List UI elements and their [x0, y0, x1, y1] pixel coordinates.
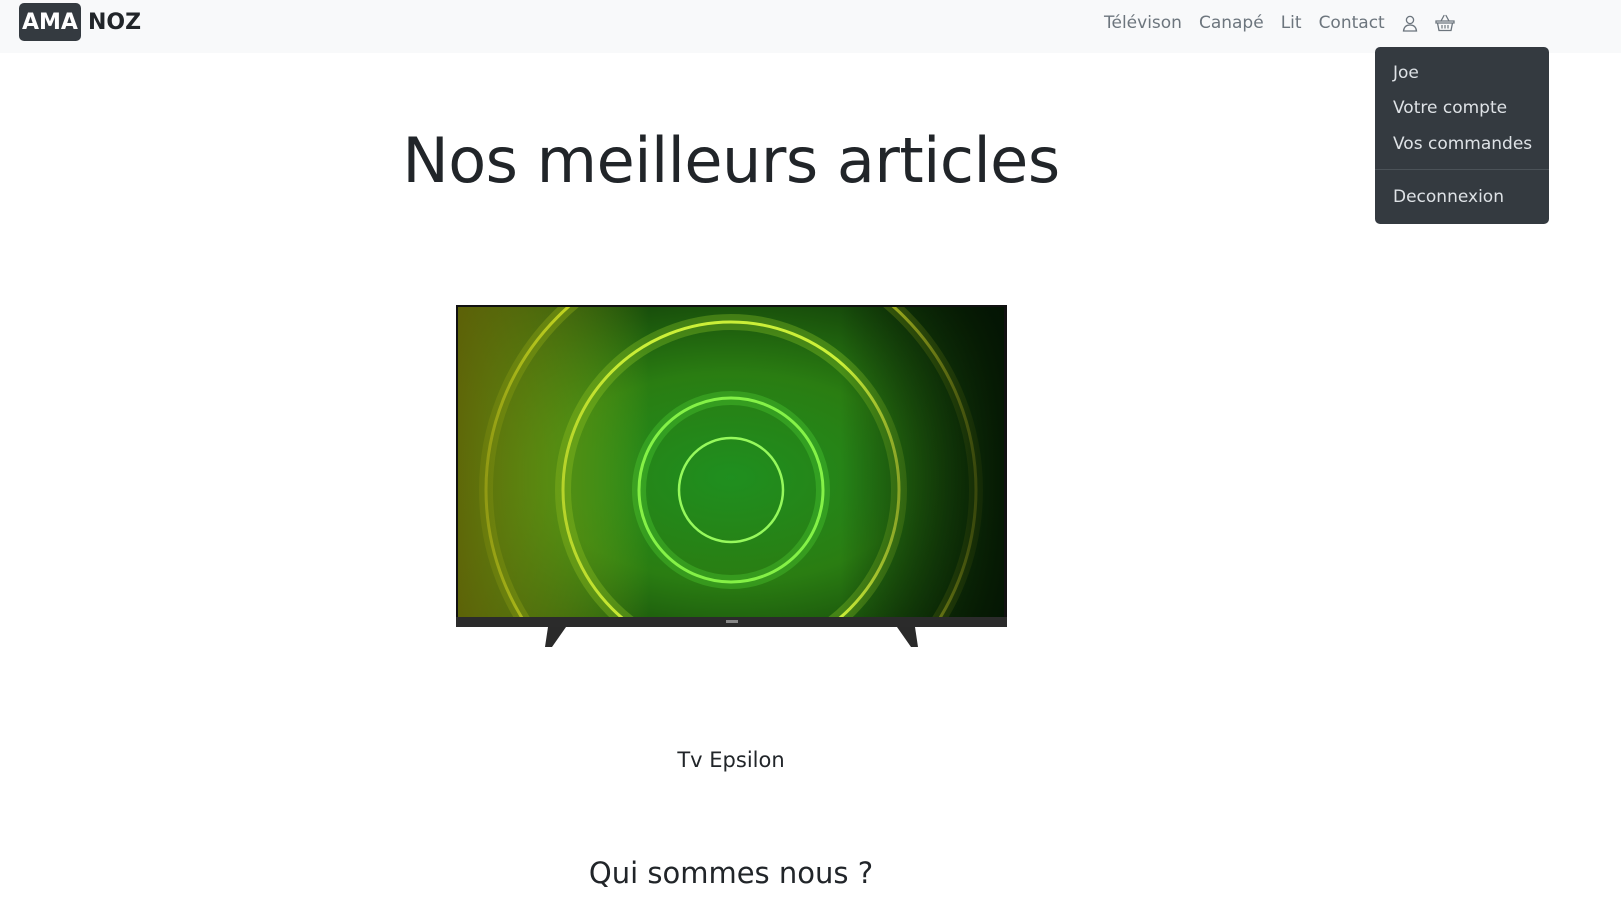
user-icon[interactable]	[1402, 15, 1418, 32]
basket-icon[interactable]	[1435, 14, 1455, 32]
dropdown-item-account[interactable]: Votre compte	[1393, 98, 1507, 118]
nav-link-television[interactable]: Télévison	[1104, 13, 1182, 33]
brand-logo-text: NOZ	[87, 9, 142, 35]
television-image[interactable]	[455, 305, 1008, 653]
nav-menu: Télévison Canapé Lit Contact	[1104, 10, 1472, 36]
product-name[interactable]: Tv Epsilon	[0, 748, 1462, 772]
page-title: Nos meilleurs articles	[402, 124, 1060, 197]
brand-logo[interactable]: AMA NOZ	[19, 3, 141, 41]
brand-logo-box: AMA	[19, 3, 81, 41]
dropdown-username[interactable]: Joe	[1393, 63, 1419, 83]
about-section-title: Qui sommes nous ?	[588, 856, 874, 890]
nav-link-lit[interactable]: Lit	[1281, 13, 1302, 33]
nav-link-canape[interactable]: Canapé	[1199, 13, 1264, 33]
nav-link-contact[interactable]: Contact	[1319, 13, 1385, 33]
navbar: AMA NOZ Télévison Canapé Lit Contact	[0, 0, 1621, 53]
